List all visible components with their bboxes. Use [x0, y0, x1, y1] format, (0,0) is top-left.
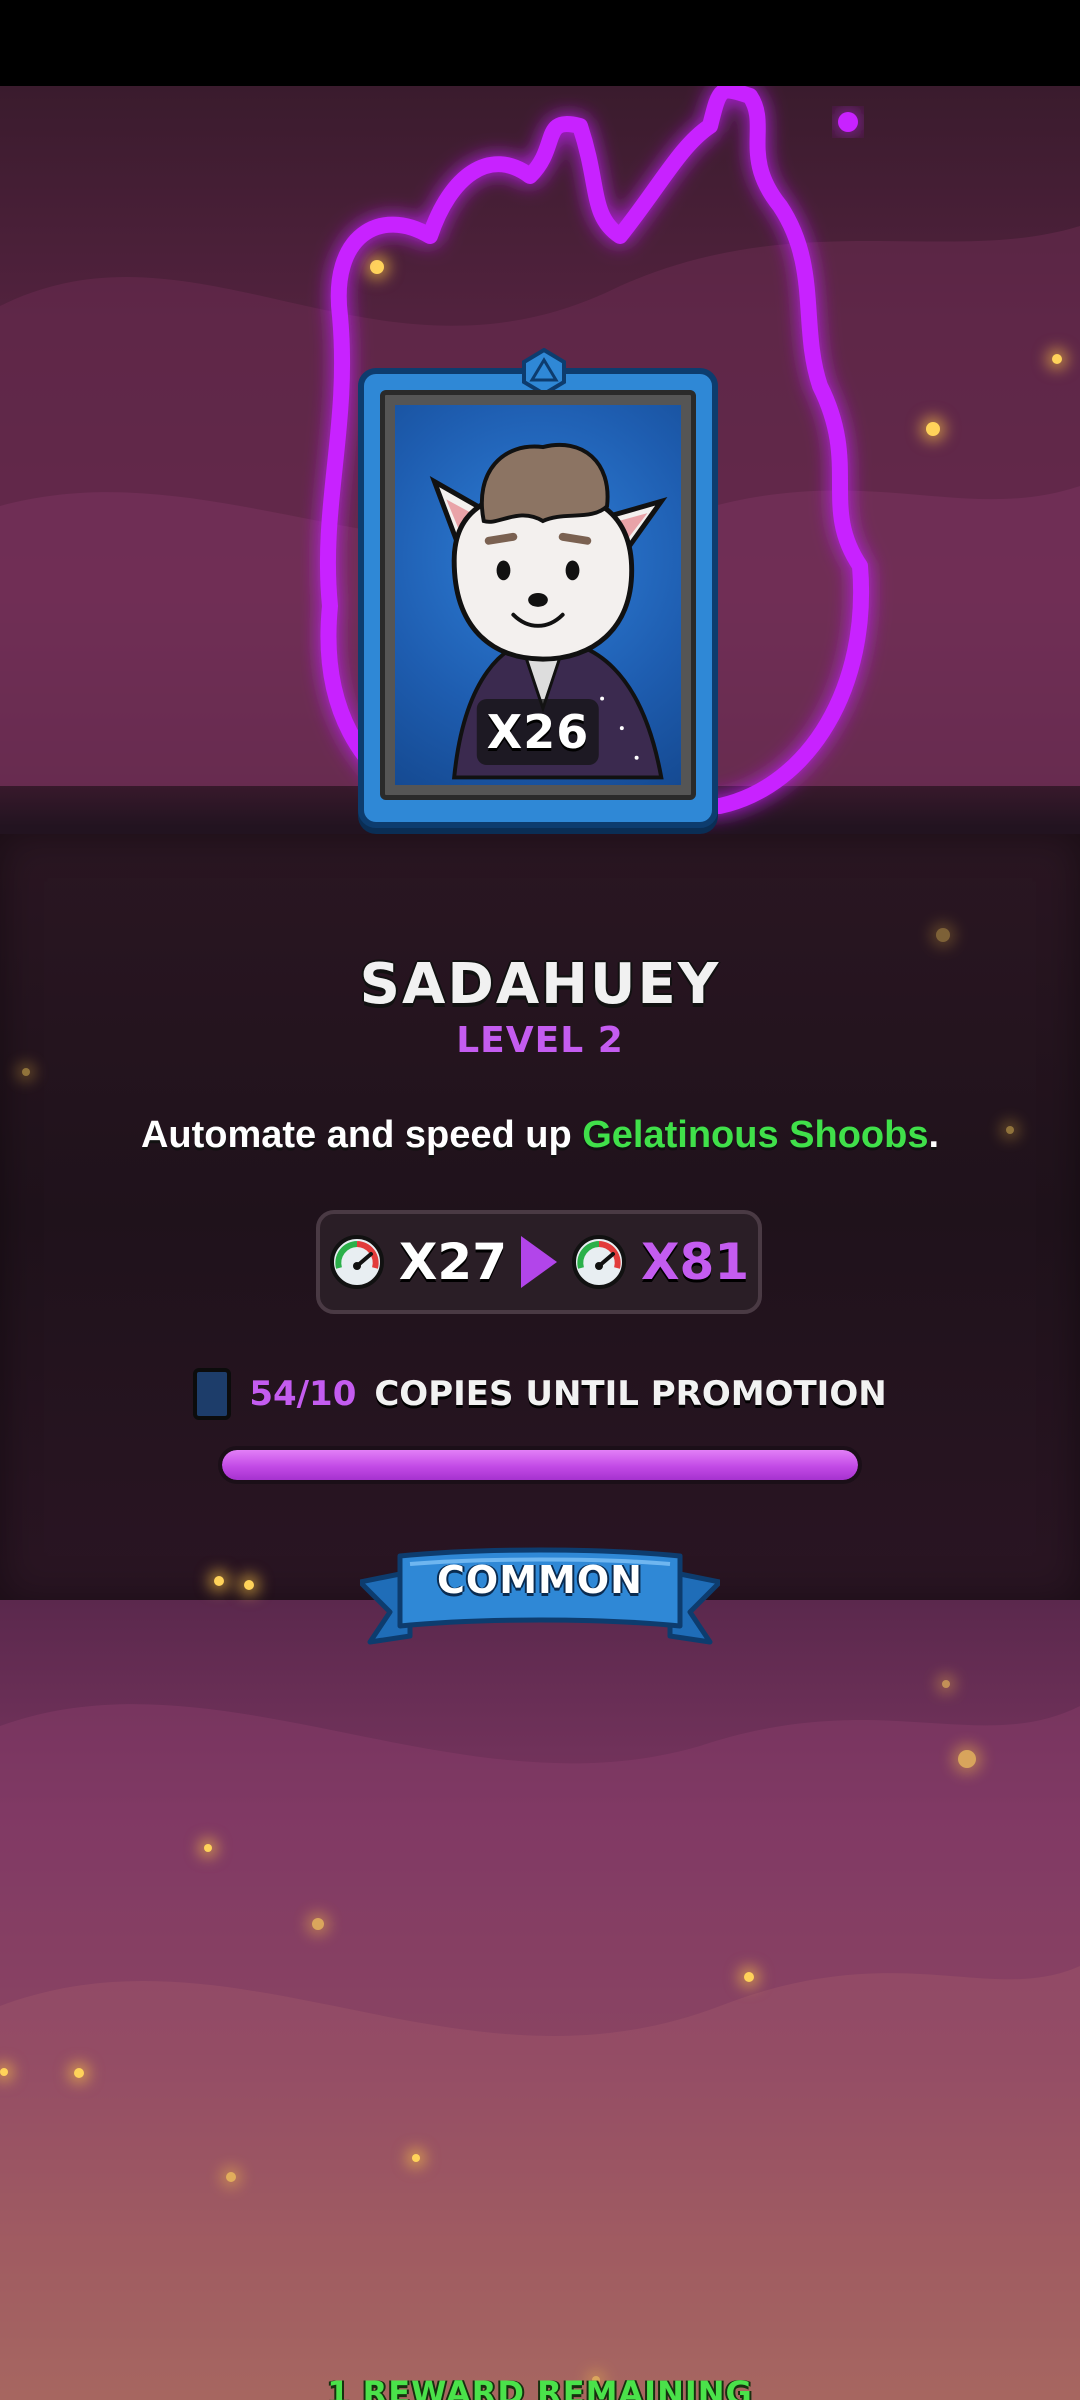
sparkle [926, 422, 940, 436]
card-level: LEVEL 2 [456, 1020, 624, 1061]
speed-next: X81 [641, 1233, 750, 1291]
reward-scene[interactable]: X26 SADAHUEY LEVEL 2 Automate and speed … [0, 86, 1080, 2400]
sparkle [1052, 354, 1062, 364]
sparkle [958, 1750, 976, 1768]
promotion-progress-bar [218, 1446, 862, 1484]
character-portrait: X26 [395, 405, 681, 785]
sparkle [22, 1068, 30, 1076]
card-count: X26 [476, 699, 600, 765]
description-suffix: . [928, 1114, 940, 1156]
progress-fill [222, 1450, 858, 1480]
speed-gauge-icon [329, 1235, 384, 1289]
sparkle [744, 1972, 754, 1982]
reward-card[interactable]: X26 [358, 348, 718, 828]
sparkle [936, 928, 950, 942]
sparkle [214, 1576, 224, 1586]
sparkle [412, 2154, 420, 2162]
speed-multiplier-box: X27 X81 [316, 1210, 762, 1314]
card-frame: X26 [380, 390, 696, 800]
copies-label: COPIES UNTIL PROMOTION [374, 1374, 887, 1414]
sparkle [942, 1680, 950, 1688]
sparkle [312, 1918, 324, 1930]
description-highlight: Gelatinous Shoobs [582, 1114, 929, 1156]
promotion-progress-label: 54/10 COPIES UNTIL PROMOTION [0, 1368, 1080, 1420]
sparkle [74, 2068, 84, 2078]
sparkle [226, 2172, 236, 2182]
description-prefix: Automate and speed up [140, 1114, 583, 1156]
rewards-remaining[interactable]: 1 REWARD REMAINING [0, 2374, 1080, 2400]
lower-waves [0, 1704, 1080, 2400]
card-icon [193, 1368, 232, 1420]
rarity-label: COMMON [437, 1558, 643, 1602]
arrow-right-icon [521, 1236, 557, 1288]
d20-icon [522, 348, 566, 396]
card-description: Automate and speed up Gelatinous Shoobs. [0, 1114, 1080, 1157]
status-bar [0, 0, 1080, 86]
card-name: SADAHUEY [359, 952, 721, 1017]
speed-gauge-icon [572, 1235, 626, 1289]
sparkle [0, 2068, 8, 2076]
copies-count: 54/10 [249, 1374, 357, 1414]
sparkle [244, 1580, 254, 1590]
speed-current: X27 [398, 1233, 507, 1291]
sparkle [204, 1844, 212, 1852]
